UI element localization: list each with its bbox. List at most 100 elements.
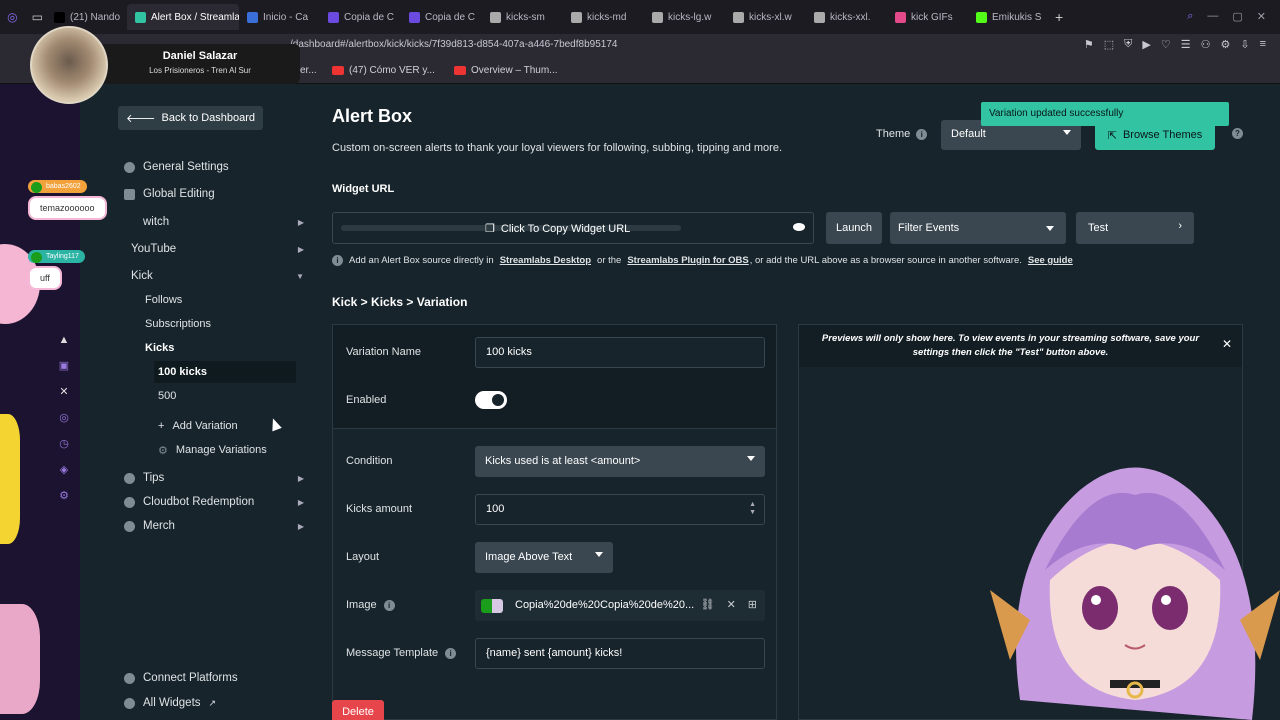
url-text[interactable]: /dashboard#/alertbox/kick/kicks/7f39d813… — [290, 39, 617, 50]
close-icon[interactable]: ✕ — [1222, 337, 1232, 351]
image-field[interactable]: Copia%20de%20Copia%20de%20... ⛓ ✕ ⊞ — [475, 590, 765, 621]
clear-icon[interactable]: ✕ — [727, 598, 736, 611]
chevron-right-icon: ▶ — [297, 521, 304, 531]
variation-100-kicks[interactable]: 100 kicks — [154, 361, 296, 383]
shield-icon[interactable]: ⛨ — [1124, 38, 1132, 51]
heart-icon[interactable]: ♡ — [1161, 38, 1171, 51]
kicks-amount-input[interactable]: 100 ▲ ▼ — [475, 494, 765, 525]
sidebar-item-general-settings[interactable]: General Settings — [124, 161, 304, 173]
back-to-dashboard-button[interactable]: 🡐 Back to Dashboard — [118, 106, 264, 130]
link-icon — [124, 672, 135, 684]
sidebar-item-merch[interactable]: Merch ▶ — [124, 520, 304, 532]
sidebar-item-follows[interactable]: Follows — [145, 294, 182, 306]
bookmark-item[interactable]: Overview – Thum... — [454, 65, 558, 76]
bookmark-icon[interactable]: ⚑ — [1084, 38, 1094, 51]
page-title: Alert Box — [332, 106, 413, 126]
browser-tab[interactable]: kicks-md — [563, 4, 644, 30]
tab-favicon-icon — [733, 11, 744, 23]
bookmark-item[interactable]: (47) Cómo VER y... — [332, 65, 435, 76]
delete-button[interactable]: Delete — [332, 700, 384, 720]
maximize-icon[interactable]: ▢ — [1232, 10, 1242, 23]
share-icon: ◈ — [59, 464, 69, 476]
tab-list-icon[interactable]: ▭ — [32, 10, 43, 24]
number-stepper-icon[interactable]: ▲ ▼ — [749, 501, 756, 517]
bookmark-item[interactable]: er... — [300, 65, 317, 76]
chevron-right-icon: ▶ — [297, 497, 304, 507]
message-template-label: Message Template i — [346, 647, 457, 659]
toolbar-icons: ⚑ ⬚ ⛨ ▶ ♡ ☰ ⚇ ⚙ ⇩ ≡ — [1084, 38, 1266, 51]
eye-icon[interactable] — [793, 223, 805, 231]
see-guide-link[interactable]: See guide — [1028, 255, 1073, 266]
sidebar-item-kick[interactable]: Kick ▼ — [131, 270, 311, 282]
menu-icon[interactable]: ≡ — [1260, 38, 1266, 51]
browser-tab[interactable]: kicks-lg.w — [644, 4, 725, 30]
sidebar-item-cloudbot[interactable]: Cloudbot Redemption ▶ — [124, 496, 304, 508]
widgets-icon — [124, 697, 135, 709]
extensions-icon[interactable]: ⚙ — [1220, 38, 1230, 51]
browser-tab[interactable]: kicks-xl.w — [725, 4, 806, 30]
sidebar-item-twitch[interactable]: witch ▶ — [124, 216, 304, 228]
tab-label: kicks-lg.w — [668, 11, 712, 23]
test-button[interactable]: Test › — [1076, 212, 1194, 244]
add-variation-button[interactable]: + Add Variation — [158, 420, 238, 432]
browser-menu[interactable]: ◎ ▭ — [4, 10, 46, 24]
new-tab-icon[interactable]: + — [1055, 9, 1063, 25]
streamlabs-desktop-link[interactable]: Streamlabs Desktop — [500, 255, 591, 266]
vtuber-avatar — [990, 467, 1280, 720]
condition-select[interactable]: Kicks used is at least <amount> — [475, 446, 765, 477]
tor-icon[interactable]: ◎ — [7, 10, 17, 24]
chat-username: babas2602 — [28, 180, 87, 193]
search-tabs-icon[interactable]: ⌕ — [1187, 10, 1193, 23]
sidebar-item-youtube[interactable]: YouTube ▶ — [131, 243, 311, 255]
info-icon[interactable]: i — [916, 128, 928, 140]
browser-tab[interactable]: Copia de C — [401, 4, 482, 30]
gear-icon: ⚙ — [59, 490, 69, 502]
browser-tab[interactable]: Copia de C — [320, 4, 401, 30]
info-icon[interactable]: i — [383, 599, 395, 611]
variation-500[interactable]: 500 — [158, 390, 176, 402]
plus-icon: + — [158, 420, 165, 432]
info-icon[interactable]: i — [445, 647, 457, 659]
chevron-down-icon — [747, 456, 755, 461]
layout-select[interactable]: Image Above Text — [475, 542, 613, 573]
sidebar-item-tips[interactable]: Tips ▶ — [124, 472, 304, 484]
message-template-input[interactable]: {name} sent {amount} kicks! — [475, 638, 765, 669]
decoration — [0, 604, 40, 714]
breadcrumb: Kick > Kicks > Variation — [332, 295, 468, 309]
obs-plugin-link[interactable]: Streamlabs Plugin for OBS — [627, 255, 748, 266]
widget-url-field[interactable]: ❐ Click To Copy Widget URL — [332, 212, 814, 244]
sidebar-item-global-editing[interactable]: Global Editing — [124, 188, 304, 200]
grid-icon[interactable]: ☰ — [1181, 38, 1191, 51]
link-icon[interactable]: ⛓ — [701, 598, 715, 611]
song-title: Los Prisioneros - Tren Al Sur — [149, 66, 251, 75]
close-window-icon[interactable]: ✕ — [1257, 10, 1266, 23]
download-icon[interactable]: ⇩ — [1240, 38, 1249, 51]
filter-events-select[interactable]: Filter Events — [890, 212, 1066, 244]
decoration — [0, 414, 20, 544]
kick-icon — [31, 252, 42, 263]
sidebar-item-kicks[interactable]: Kicks — [145, 342, 174, 354]
copy-widget-url[interactable]: ❐ Click To Copy Widget URL — [485, 222, 630, 236]
chat-message: Tayling117 uff — [28, 250, 85, 290]
help-icon[interactable]: ? — [1232, 128, 1243, 139]
play-icon[interactable]: ▶ — [1142, 38, 1150, 51]
tab-favicon-icon — [814, 11, 825, 23]
browser-tab[interactable]: kick GIFs — [887, 4, 968, 30]
sidebar-item-subscriptions[interactable]: Subscriptions — [145, 318, 211, 330]
image-thumbnail — [481, 599, 503, 613]
variation-name-input[interactable]: 100 kicks — [475, 337, 765, 368]
account-icon[interactable]: ⚇ — [1201, 38, 1211, 51]
browser-tab[interactable]: Emikukis S — [968, 4, 1049, 30]
crop-icon[interactable]: ⬚ — [1104, 38, 1114, 51]
connect-platforms-link[interactable]: Connect Platforms — [124, 672, 304, 684]
launch-button[interactable]: Launch — [826, 212, 882, 244]
all-widgets-link[interactable]: All Widgets ↗ — [124, 697, 304, 709]
grid-icon[interactable]: ⊞ — [748, 598, 757, 611]
minimize-icon[interactable]: — — [1207, 10, 1218, 23]
enabled-toggle[interactable] — [475, 391, 507, 409]
tab-favicon-icon — [490, 11, 501, 23]
browser-tab[interactable]: kicks-xxl. — [806, 4, 887, 30]
browser-tab[interactable]: kicks-sm — [482, 4, 563, 30]
avatar — [30, 26, 108, 104]
manage-variations-button[interactable]: ⚙ Manage Variations — [158, 444, 267, 457]
